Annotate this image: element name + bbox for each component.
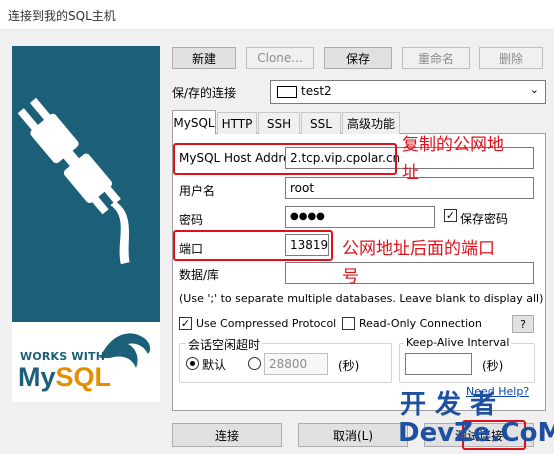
readonly-label: Read-Only Connection: [359, 317, 482, 330]
timeout-input[interactable]: 28800: [264, 353, 328, 375]
help-button[interactable]: ?: [512, 315, 534, 333]
default-radio[interactable]: [186, 357, 199, 370]
title-bar: 连接到我的SQL主机: [0, 0, 554, 30]
chevron-down-icon: ⌄: [529, 83, 539, 96]
database-hint: (Use ';' to separate multiple databases.…: [179, 292, 544, 305]
port-highlight-box: [173, 230, 333, 261]
new-button[interactable]: 新建: [172, 47, 236, 69]
password-input[interactable]: ●●●●: [285, 206, 435, 228]
port-note-1: 公网地址后面的端口: [342, 239, 495, 259]
delete-button[interactable]: 删除: [479, 47, 543, 69]
mysql-logo: MySQL: [18, 362, 111, 393]
database-input[interactable]: [285, 262, 534, 284]
seconds-label: (秒): [338, 359, 360, 373]
connect-button[interactable]: 连接: [172, 423, 282, 447]
host-highlight-box: [173, 143, 397, 175]
saved-connection-value: test2: [301, 84, 332, 98]
compressed-label: Use Compressed Protocol: [196, 317, 337, 330]
custom-timeout-radio[interactable]: [248, 357, 261, 370]
logo-my: My: [18, 362, 56, 392]
timeout-title: 会话空闲超时: [186, 336, 263, 353]
tab-http[interactable]: HTTP: [217, 112, 257, 134]
keepalive-title: Keep-Alive Interval: [404, 336, 512, 349]
watermark-line1: 开 发 者: [400, 390, 497, 420]
watermark-line2: DevZe.CoM: [398, 418, 554, 448]
user-label: 用户名: [179, 184, 216, 198]
password-label: 密码: [179, 213, 204, 227]
tab-ssl[interactable]: SSL: [301, 112, 341, 134]
copy-address-note-1: 复制的公网地: [402, 135, 504, 155]
clone-button[interactable]: Clone...: [246, 47, 314, 69]
save-button[interactable]: 保存: [324, 47, 392, 69]
keepalive-input[interactable]: [405, 353, 472, 375]
cancel-button[interactable]: 取消(L): [298, 423, 408, 447]
rename-button[interactable]: 重命名: [402, 47, 470, 69]
tab-mysql[interactable]: MySQL: [172, 110, 216, 134]
compressed-checkbox[interactable]: ✓: [179, 317, 192, 330]
seconds2-label: (秒): [482, 359, 504, 373]
readonly-checkbox[interactable]: [342, 317, 355, 330]
copy-address-note-2: 址: [402, 163, 419, 183]
saved-connection-select[interactable]: test2 ⌄: [270, 80, 546, 104]
logo-sql: SQL: [55, 362, 112, 392]
plug-icon: [17, 97, 130, 265]
save-password-label: 保存密码: [460, 212, 509, 226]
database-label: 数据/库: [179, 268, 220, 282]
default-label: 默认: [202, 358, 227, 372]
port-note-2: 号: [342, 267, 359, 287]
tab-ssh[interactable]: SSH: [258, 112, 300, 134]
window-title: 连接到我的SQL主机: [8, 9, 116, 23]
save-password-checkbox[interactable]: ✓: [444, 209, 457, 222]
color-swatch: [277, 86, 297, 98]
tab-advanced[interactable]: 高级功能: [342, 112, 400, 134]
saved-connection-label: 保/存的连接: [172, 86, 237, 100]
